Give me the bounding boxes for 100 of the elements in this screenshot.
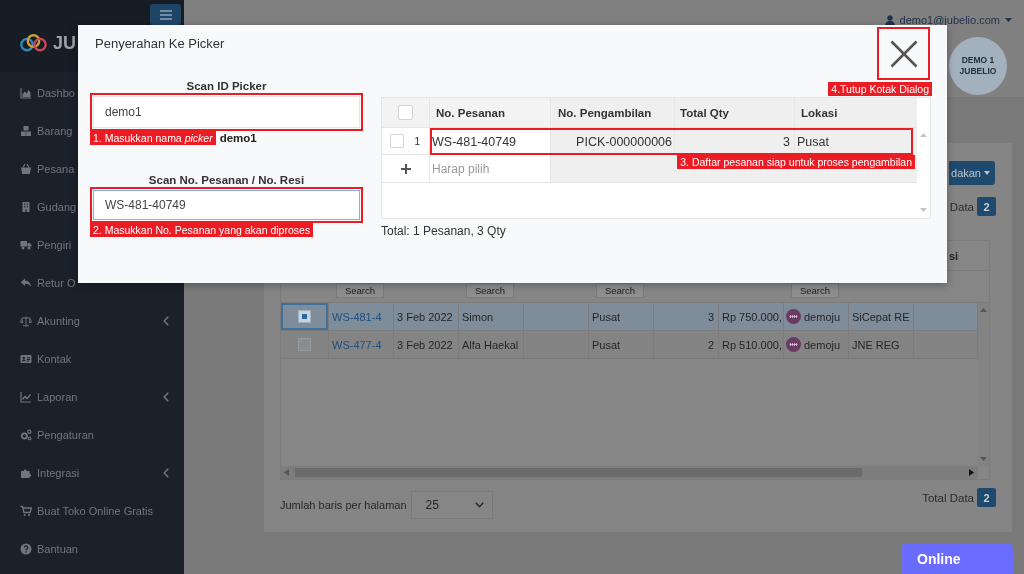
actions-button[interactable]: dakan [949, 161, 995, 185]
scroll-up-icon [920, 133, 927, 137]
select-all-checkbox[interactable] [398, 105, 413, 120]
row-checkbox[interactable] [298, 338, 311, 351]
cart-icon [20, 505, 32, 517]
annotation-label: 1. Masukkan nama picker [90, 131, 216, 145]
dialog-title: Penyerahan Ke Picker [94, 35, 225, 53]
menu-item[interactable]: Integrasi [0, 454, 184, 492]
row-checkbox[interactable] [298, 310, 311, 323]
user-menu-button[interactable]: demo1@jubelio.com [884, 12, 1012, 28]
table-cell: Pusat [592, 338, 621, 351]
menu-item[interactable]: Barang [0, 112, 73, 150]
user-avatar: DEMO 1 JUBELIO [949, 37, 1007, 95]
scroll-up-icon [980, 308, 987, 312]
menu-item[interactable]: Bantuan [0, 530, 78, 568]
annotation-label: 4.Tutup Kotak Dialog [828, 82, 932, 96]
column-header: No. Pesanan [436, 106, 506, 119]
new-order-input[interactable]: Harap pilih [430, 155, 551, 182]
field-label: Scan No. Pesanan / No. Resi [148, 173, 305, 187]
search-button[interactable]: Search [336, 283, 384, 298]
picker-name: demo1 [219, 132, 257, 144]
table-cell: PICK-000000006 [576, 134, 672, 149]
caret-down-icon [1005, 18, 1012, 22]
help-icon [20, 543, 32, 555]
annotation-label: 3. Daftar pesanan siap untuk proses pengambilan [677, 155, 915, 169]
order-summary: Total: 1 Pesanan, 3 Qty [381, 224, 506, 238]
id-card-icon [20, 353, 32, 365]
scroll-down-icon [920, 208, 927, 212]
total-label: Data [949, 200, 974, 213]
table-cell: Alfa Haekal [462, 338, 519, 351]
annotation-label: 2. Masukkan No. Pesanan yang akan diproses [90, 223, 314, 237]
page-size-select[interactable]: 25 [410, 491, 493, 519]
total-count-badge: 2 [977, 488, 996, 507]
menu-item[interactable]: Gudang [0, 188, 77, 226]
truck-icon [20, 239, 32, 251]
plus-icon [400, 163, 411, 174]
total-count-badge: 2 [977, 197, 996, 216]
column-header: Total Qty [680, 106, 729, 119]
order-number-input[interactable]: WS-481-40749 [93, 190, 360, 220]
close-icon [889, 39, 918, 68]
menu-item[interactable]: Dashbo [0, 74, 75, 112]
picker-id-input[interactable]: demo1 [93, 96, 360, 128]
user-icon [884, 14, 895, 26]
table-cell: Rp 750.000, [722, 310, 782, 323]
table-cell: 2 [707, 338, 714, 351]
area-chart-icon [20, 87, 32, 99]
menu-item[interactable]: Kontak [0, 340, 72, 378]
column-header: No. Pengambilan [558, 106, 652, 119]
chevron-down-icon [474, 502, 484, 508]
menu-item[interactable]: Laporan [0, 378, 184, 416]
table-cell: WS-481-40749 [432, 134, 517, 149]
total-label: Total Data [922, 491, 974, 504]
page-size-label: Jumlah baris per halaman [280, 499, 407, 511]
table-cell: SiCepat RE [852, 310, 910, 323]
table-row[interactable]: WS-481-4 3 Feb 2022 Simon Pusat 3 Rp 750.000, demoju SiCepat RE [281, 303, 978, 331]
chevron-left-icon [163, 316, 169, 326]
store-avatar-icon [786, 337, 801, 352]
search-button[interactable]: Search [791, 283, 839, 298]
menu-item[interactable]: Pesana [0, 150, 75, 188]
reply-arrow-icon [20, 277, 32, 289]
column-header: si [949, 249, 959, 262]
building-icon [20, 201, 32, 213]
order-link[interactable]: WS-477-4 [332, 338, 382, 351]
menu-item[interactable]: Pengaturan [0, 416, 94, 454]
column-header: Lokasi [801, 106, 838, 119]
table-cell: demoju [804, 310, 841, 323]
line-chart-icon [20, 391, 32, 403]
row-number: 1 [414, 135, 420, 147]
table-cell: 3 Feb 2022 [397, 310, 453, 323]
cubes-icon [20, 125, 32, 137]
scroll-left-icon [284, 469, 289, 476]
table-cell: 3 Feb 2022 [397, 338, 453, 351]
puzzle-icon [20, 467, 32, 479]
table-cell: 3 [707, 310, 714, 323]
horizontal-scrollbar[interactable] [281, 466, 978, 479]
balance-scale-icon [20, 315, 32, 327]
table-cell: Rp 510.000, [722, 338, 782, 351]
menu-item[interactable]: Buat Toko Online Gratis [0, 492, 153, 530]
search-button[interactable]: Search [596, 283, 644, 298]
table-cell: Pusat [592, 310, 621, 323]
chat-status-button[interactable]: Online [901, 543, 1013, 574]
scroll-right-icon [969, 469, 974, 476]
chevron-left-icon [163, 468, 169, 478]
table-row[interactable]: WS-477-4 3 Feb 2022 Alfa Haekal Pusat 2 Rp 510.000, demoju JNE REG [281, 331, 978, 359]
field-label: Scan ID Picker [186, 79, 267, 93]
basket-icon [20, 163, 32, 175]
table-cell: demoju [804, 338, 841, 351]
menu-button[interactable] [150, 4, 181, 25]
menu-item[interactable]: Akunting [0, 302, 184, 340]
search-button[interactable]: Search [466, 283, 514, 298]
menu-item[interactable]: Pengiri [0, 226, 72, 264]
row-checkbox[interactable] [390, 134, 404, 148]
table-cell: JNE REG [852, 338, 900, 351]
table-cell: Pusat [797, 134, 829, 149]
logo-icon [20, 34, 47, 52]
menu-item[interactable]: Retur O [0, 264, 76, 302]
table-cell: 3 [783, 134, 790, 149]
order-link[interactable]: WS-481-4 [332, 310, 382, 323]
chevron-left-icon [163, 392, 169, 402]
scroll-down-icon [980, 457, 987, 461]
